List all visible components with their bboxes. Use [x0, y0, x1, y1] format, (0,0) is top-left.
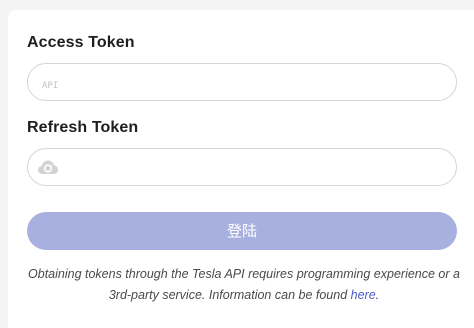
access-token-label: Access Token: [27, 34, 135, 51]
access-token-input[interactable]: [40, 64, 444, 102]
access-token-field-wrapper: [27, 63, 457, 102]
refresh-token-label: Refresh Token: [27, 119, 139, 136]
login-button[interactable]: 登陆: [27, 212, 457, 250]
cloud-icon: [37, 159, 59, 175]
refresh-token-input[interactable]: [62, 149, 446, 187]
api-info-note: Obtaining tokens through the Tesla API r…: [20, 264, 468, 306]
note-suffix: .: [375, 288, 380, 302]
api-info-text: Obtaining tokens through the Tesla API r…: [28, 267, 460, 302]
token-login-card: Access Token Refresh Token 登陆 Obtaining …: [8, 10, 474, 328]
info-link[interactable]: here: [351, 288, 376, 302]
refresh-token-field-wrapper: [27, 148, 457, 187]
